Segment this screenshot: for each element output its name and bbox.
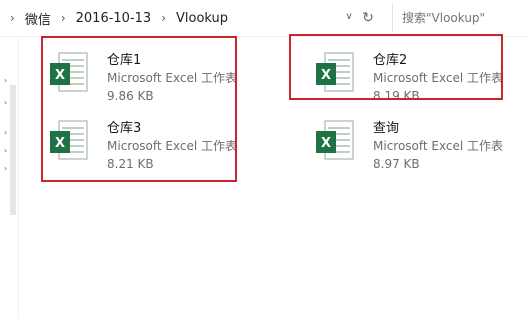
search-box[interactable] (392, 4, 528, 32)
breadcrumb-item-date[interactable]: 2016-10-13 (74, 11, 154, 26)
chevron-right-icon[interactable]: › (53, 11, 74, 25)
chevron-right-icon[interactable]: › (4, 77, 12, 85)
chevron-right-icon[interactable]: › (0, 11, 23, 25)
search-input[interactable] (402, 11, 524, 25)
scrollbar[interactable] (10, 85, 16, 215)
chevron-down-icon[interactable]: ∨ (344, 12, 354, 22)
svg-text:X: X (321, 136, 331, 151)
excel-file-icon: X (316, 120, 354, 160)
chevron-right-icon[interactable]: › (153, 11, 174, 25)
refresh-icon[interactable]: ↻ (358, 4, 378, 32)
file-list: X 仓库1 Microsoft Excel 工作表 9.86 KB X 仓库2 … (19, 34, 528, 318)
file-name: 查询 (373, 121, 400, 136)
breadcrumb-item-wechat[interactable]: 微信 (23, 9, 53, 28)
file-explorer-window: › 微信 › 2016-10-13 › Vlookup ∨ ↻ › › › › … (0, 0, 528, 318)
file-item[interactable]: X 查询 Microsoft Excel 工作表 8.97 KB (315, 111, 515, 175)
navigation-pane[interactable]: › › › › › (0, 37, 19, 318)
highlight-box-right (289, 34, 503, 100)
file-type: Microsoft Excel 工作表 (373, 139, 504, 153)
breadcrumb-item-vlookup[interactable]: Vlookup (174, 11, 230, 26)
breadcrumb[interactable]: › 微信 › 2016-10-13 › Vlookup (0, 5, 380, 31)
file-size: 8.97 KB (373, 157, 420, 171)
address-bar: › 微信 › 2016-10-13 › Vlookup ∨ ↻ (0, 0, 528, 37)
highlight-box-left (41, 36, 237, 182)
